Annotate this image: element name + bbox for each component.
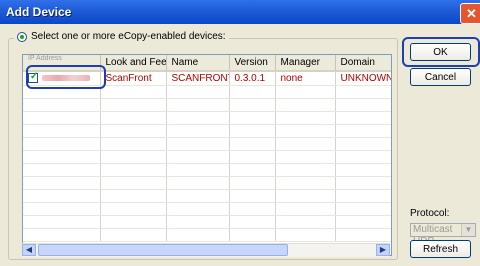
row-highlight-annotation — [26, 65, 106, 89]
window-title: Add Device — [6, 5, 72, 19]
manager-cell: none — [275, 71, 336, 86]
chevron-down-icon: ▼ — [461, 224, 475, 236]
scroll-left-button[interactable]: ◀ — [22, 244, 36, 256]
empty-row — [23, 124, 391, 138]
instruction-text: Select one or more eCopy-enabled devices… — [31, 31, 226, 42]
empty-row — [23, 228, 391, 242]
version-cell: 0.3.0.1 — [229, 71, 276, 86]
cancel-button[interactable]: Cancel — [410, 68, 471, 86]
empty-row — [23, 176, 391, 190]
title-bar[interactable]: Add Device ✕ — [0, 0, 480, 24]
protocol-label: Protocol: — [410, 208, 450, 219]
empty-row — [23, 189, 391, 203]
horizontal-scrollbar[interactable]: ◀ ▶ — [22, 243, 390, 257]
look-and-feel-cell: ScanFront — [100, 71, 167, 86]
close-button[interactable]: ✕ — [460, 3, 480, 24]
column-header-version[interactable]: Version — [229, 55, 276, 72]
column-header-domain[interactable]: Domain — [335, 55, 391, 72]
protocol-select[interactable]: Multicast UDP ▼ — [410, 223, 476, 247]
empty-row — [23, 163, 391, 177]
column-header-name[interactable]: Name — [166, 55, 230, 72]
empty-row — [23, 150, 391, 164]
close-icon: ✕ — [466, 6, 477, 21]
empty-row — [23, 111, 391, 125]
device-select-legend: Select one or more eCopy-enabled devices… — [14, 31, 229, 42]
empty-row — [23, 202, 391, 216]
scroll-right-button[interactable]: ▶ — [376, 244, 390, 256]
ok-highlight-annotation — [402, 37, 480, 67]
empty-row — [23, 137, 391, 151]
empty-row — [23, 98, 391, 112]
refresh-button[interactable]: Refresh — [410, 240, 471, 258]
arrow-left-icon: ◀ — [25, 245, 33, 254]
column-header-look-and-feel[interactable]: Look and Feel — [100, 55, 167, 72]
column-header-manager[interactable]: Manager — [275, 55, 336, 72]
scrollbar-thumb[interactable] — [38, 244, 288, 256]
name-cell: SCANFRONT... — [166, 71, 230, 86]
domain-cell: UNKNOWN — [335, 71, 391, 86]
radio-icon — [17, 31, 27, 42]
empty-row — [23, 215, 391, 229]
arrow-right-icon: ▶ — [379, 245, 387, 254]
